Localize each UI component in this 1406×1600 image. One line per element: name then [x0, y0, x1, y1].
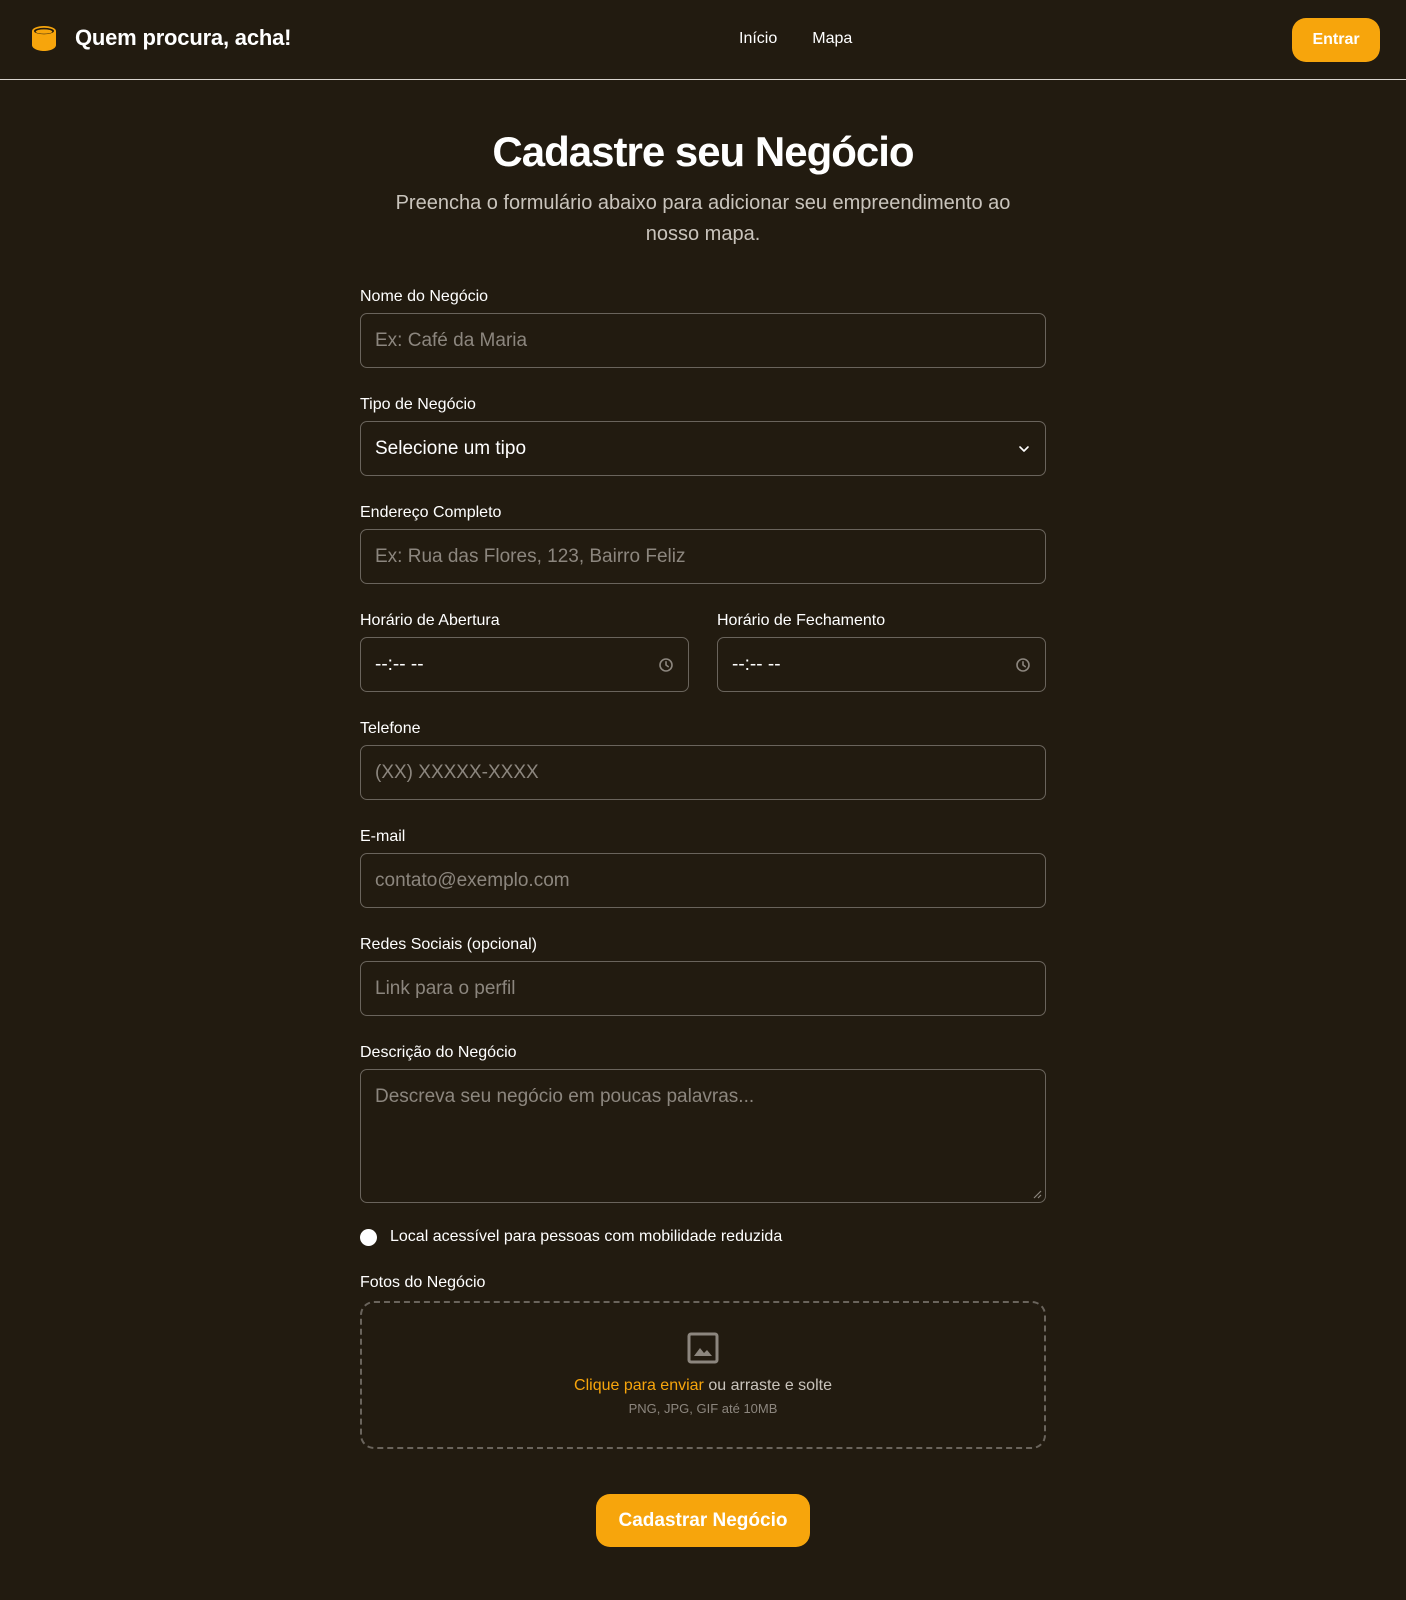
nav-link-inicio[interactable]: Início — [739, 30, 777, 48]
phone-field: Telefone (XX) XXXXX-XXXX — [360, 719, 1046, 800]
description-placeholder: Descreva seu negócio em poucas palavras.… — [375, 1086, 755, 1107]
accessible-checkbox[interactable] — [360, 1228, 377, 1246]
address-label: Endereço Completo — [360, 504, 502, 521]
accessible-label[interactable]: Local acessível para pessoas com mobilid… — [390, 1228, 782, 1246]
name-field: Nome do Negócio Ex: Café da Maria — [360, 287, 1046, 368]
type-select-value: Selecione um tipo — [375, 437, 527, 459]
address-field: Endereço Completo Ex: Rua das Flores, 12… — [360, 503, 1046, 584]
type-label: Tipo de Negócio — [360, 396, 476, 413]
cylinder-icon — [32, 26, 56, 51]
email-field: E-mail contato@exemplo.com — [360, 827, 1046, 908]
image-icon — [687, 1332, 719, 1364]
close-time-input[interactable]: --:-- -- — [717, 637, 1046, 692]
social-input[interactable]: Link para o perfil — [360, 961, 1046, 1016]
description-field: Descrição do Negócio Descreva seu negóci… — [360, 1043, 1046, 1203]
address-placeholder: Ex: Rua das Flores, 123, Bairro Feliz — [375, 545, 686, 567]
email-input[interactable]: contato@exemplo.com — [360, 853, 1046, 908]
open-time-field: Horário de Abertura --:-- -- — [360, 611, 689, 692]
upload-text: ou arraste e solte — [708, 1377, 832, 1394]
address-input[interactable]: Ex: Rua das Flores, 123, Bairro Feliz — [360, 529, 1046, 584]
open-time-value: --:-- -- — [375, 653, 424, 675]
page-subtitle: Preencha o formulário abaixo para adicio… — [395, 192, 1011, 245]
name-label: Nome do Negócio — [360, 288, 489, 305]
upload-instructions: Clique para enviar ou arraste e solte — [362, 1377, 1044, 1395]
nav-link-mapa[interactable]: Mapa — [812, 30, 852, 48]
open-time-input[interactable]: --:-- -- — [360, 637, 689, 692]
accessible-option: Local acessível para pessoas com mobilid… — [360, 1228, 782, 1246]
name-placeholder: Ex: Café da Maria — [375, 329, 528, 351]
resize-handle-icon[interactable] — [1032, 1189, 1042, 1199]
chevron-down-icon — [1019, 445, 1029, 452]
type-select[interactable]: Selecione um tipo — [360, 421, 1046, 476]
social-field: Redes Sociais (opcional) Link para o per… — [360, 935, 1046, 1016]
top-navbar: Quem procura, acha! Início Mapa Entrar — [0, 0, 1406, 80]
page-title: Cadastre seu Negócio — [492, 128, 914, 175]
photo-dropzone[interactable]: Clique para enviar ou arraste e solte PN… — [360, 1301, 1046, 1449]
brand-title: Quem procura, acha! — [75, 25, 292, 50]
type-field: Tipo de Negócio Selecione um tipo — [360, 395, 1046, 476]
phone-input[interactable]: (XX) XXXXX-XXXX — [360, 745, 1046, 800]
open-time-label: Horário de Abertura — [360, 612, 500, 629]
photos-field: Fotos do Negócio — [360, 1273, 1046, 1293]
email-label: E-mail — [360, 828, 406, 845]
social-label: Redes Sociais (opcional) — [360, 936, 537, 953]
close-time-field: Horário de Fechamento --:-- -- — [717, 611, 1046, 692]
phone-label: Telefone — [360, 720, 421, 737]
upload-link[interactable]: Clique para enviar — [574, 1377, 704, 1394]
brand[interactable]: Quem procura, acha! — [30, 24, 291, 52]
description-textarea[interactable]: Descreva seu negócio em poucas palavras.… — [360, 1069, 1046, 1203]
social-placeholder: Link para o perfil — [375, 977, 516, 999]
upload-hint: PNG, JPG, GIF até 10MB — [628, 1401, 778, 1416]
main-nav: Início Mapa — [739, 30, 887, 48]
description-label: Descrição do Negócio — [360, 1044, 517, 1061]
close-time-label: Horário de Fechamento — [717, 612, 886, 629]
clock-icon[interactable] — [658, 657, 674, 673]
photos-label: Fotos do Negócio — [360, 1274, 486, 1291]
login-button[interactable]: Entrar — [1292, 18, 1380, 62]
close-time-value: --:-- -- — [732, 653, 781, 675]
submit-business-button[interactable]: Cadastrar Negócio — [596, 1494, 810, 1547]
phone-placeholder: (XX) XXXXX-XXXX — [375, 761, 539, 783]
email-placeholder: contato@exemplo.com — [375, 869, 570, 891]
name-input[interactable]: Ex: Café da Maria — [360, 313, 1046, 368]
clock-icon[interactable] — [1015, 657, 1031, 673]
